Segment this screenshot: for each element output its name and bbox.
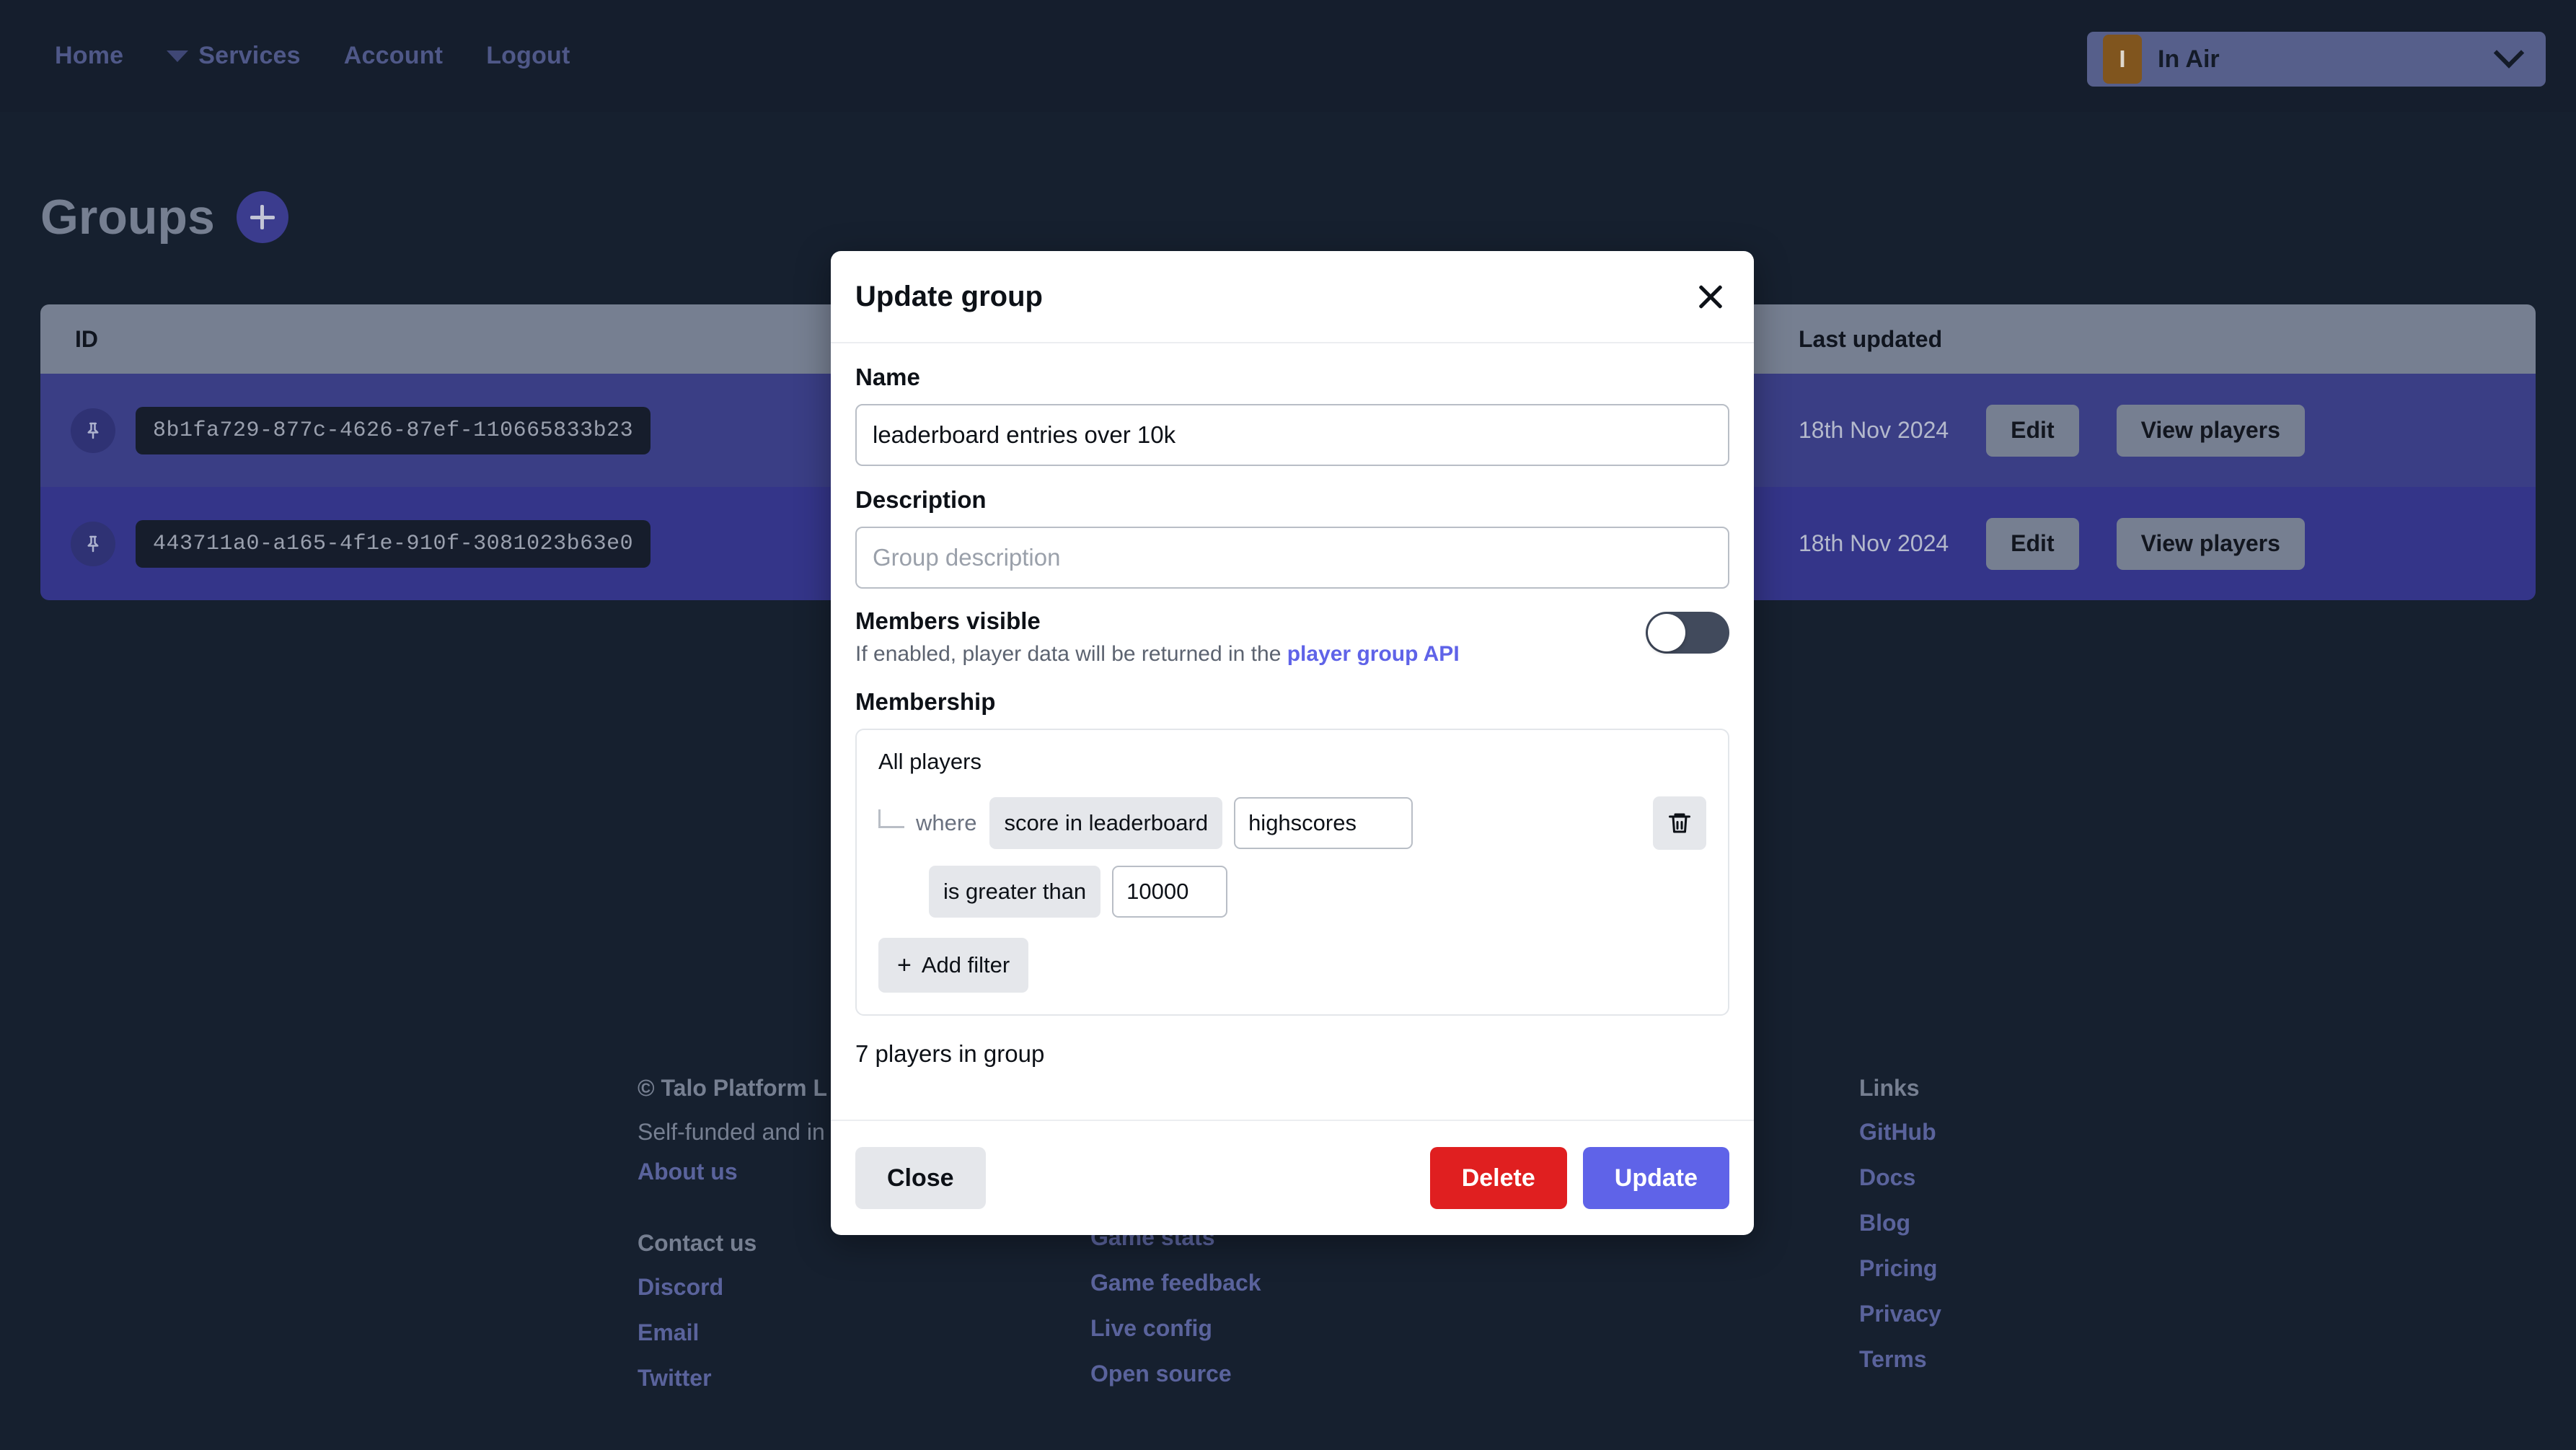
name-input[interactable] <box>855 404 1729 466</box>
group-id[interactable]: 443711a0-a165-4f1e-910f-3081023b63e0 <box>136 519 651 568</box>
pin-icon[interactable] <box>71 521 115 566</box>
filter-row-operator: is greater than <box>878 866 1706 918</box>
game-selector[interactable]: I In Air <box>2087 32 2546 87</box>
view-players-button[interactable]: View players <box>2116 517 2305 570</box>
page-title: Groups <box>40 190 215 245</box>
add-filter-button[interactable]: + Add filter <box>878 938 1029 993</box>
filter-connector-label: where <box>916 810 977 835</box>
members-visible-label: Members visible <box>855 607 1041 634</box>
nav-item-account[interactable]: Account <box>322 42 464 70</box>
members-visible-description-text: If enabled, player data will be returned… <box>855 642 1287 666</box>
last-updated-value: 18th Nov 2024 <box>1799 530 1949 556</box>
nav-item-services-label: Services <box>198 42 301 69</box>
footer-link-terms[interactable]: Terms <box>1859 1346 2220 1373</box>
edit-button[interactable]: Edit <box>1986 404 2079 457</box>
edit-button[interactable]: Edit <box>1986 517 2079 570</box>
top-navbar: Home Services Account Logout I In Air <box>0 0 2576 112</box>
pin-glyph <box>87 422 99 439</box>
cell-last-updated: 18th Nov 2024 Edit View players <box>1764 517 2536 570</box>
game-avatar: I <box>2103 35 2142 84</box>
trash-icon[interactable] <box>1653 796 1706 850</box>
player-count: 7 players in group <box>855 1040 1045 1067</box>
game-selector-label: In Air <box>2158 45 2220 73</box>
player-group-api-link[interactable]: player group API <box>1287 642 1460 666</box>
footer-link-privacy[interactable]: Privacy <box>1859 1301 2220 1327</box>
add-group-button[interactable] <box>236 191 288 243</box>
game-avatar-letter: I <box>2119 45 2126 72</box>
cell-last-updated: 18th Nov 2024 Edit View players <box>1764 404 2536 457</box>
view-players-button[interactable]: View players <box>2116 404 2305 457</box>
footer-link-twitter[interactable]: Twitter <box>638 1365 1070 1392</box>
members-visible-texts: Members visible If enabled, player data … <box>855 607 1646 667</box>
membership-filter-box: All players where score in leaderboard i… <box>855 729 1729 1016</box>
pin-icon[interactable] <box>71 408 115 453</box>
filter-field-value-input[interactable] <box>1234 797 1413 849</box>
footer-link-github[interactable]: GitHub <box>1859 1119 2220 1146</box>
footer-link-game-feedback[interactable]: Game feedback <box>1090 1270 1523 1296</box>
pin-glyph <box>87 535 99 552</box>
members-visible-description: If enabled, player data will be returned… <box>855 642 1646 667</box>
modal-title: Update group <box>855 280 1043 312</box>
nav-links: Home Services Account Logout <box>0 42 592 70</box>
filter-operator-select[interactable]: is greater than <box>929 866 1101 918</box>
footer-link-email[interactable]: Email <box>638 1319 1070 1346</box>
filter-field-select[interactable]: score in leaderboard <box>989 797 1223 849</box>
filter-root-label: All players <box>878 749 982 774</box>
modal-footer: Close Delete Update <box>831 1120 1754 1235</box>
close-icon[interactable] <box>1692 278 1729 315</box>
footer-column-links: Links GitHub Docs Blog Pricing Privacy T… <box>1859 1075 2220 1392</box>
last-updated-value: 18th Nov 2024 <box>1799 417 1949 443</box>
nav-item-logout-label: Logout <box>486 42 570 69</box>
footer-link-open-source[interactable]: Open source <box>1090 1361 1523 1387</box>
nav-item-account-label: Account <box>343 42 444 69</box>
nav-item-home-label: Home <box>55 42 124 69</box>
tree-elbow-icon <box>878 809 904 828</box>
footer-link-live-config[interactable]: Live config <box>1090 1315 1523 1342</box>
name-label: Name <box>855 364 920 390</box>
filter-operand-input[interactable] <box>1112 866 1228 918</box>
trash-glyph <box>1669 813 1690 833</box>
nav-item-logout[interactable]: Logout <box>464 42 591 70</box>
chevron-down-icon <box>2493 38 2525 69</box>
toggle-knob <box>1648 614 1685 651</box>
footer-link-docs[interactable]: Docs <box>1859 1164 2220 1191</box>
description-input[interactable] <box>855 527 1729 589</box>
footer-link-blog[interactable]: Blog <box>1859 1210 2220 1236</box>
column-header-last-updated: Last updated <box>1799 325 1943 352</box>
footer-link-pricing[interactable]: Pricing <box>1859 1255 2220 1282</box>
page-title-row: Groups <box>40 189 288 245</box>
update-button[interactable]: Update <box>1582 1147 1729 1209</box>
footer-links-heading: Links <box>1859 1075 1920 1101</box>
modal-body: Name Description Members visible If enab… <box>831 343 1754 1120</box>
close-button[interactable]: Close <box>855 1147 986 1209</box>
update-group-modal: Update group Name Description Members vi… <box>831 251 1754 1235</box>
members-visible-toggle[interactable] <box>1646 612 1729 654</box>
app-root: Home Services Account Logout I In Air Gr… <box>0 0 2576 1450</box>
filter-row: where score in leaderboard <box>878 796 1706 850</box>
group-id[interactable]: 8b1fa729-877c-4626-87ef-110665833b23 <box>136 406 651 454</box>
membership-label: Membership <box>855 688 996 715</box>
nav-item-home[interactable]: Home <box>33 42 145 70</box>
members-visible-row: Members visible If enabled, player data … <box>855 607 1729 667</box>
description-label: Description <box>855 486 987 513</box>
add-filter-label: Add filter <box>921 952 1010 977</box>
plus-icon: + <box>897 952 912 979</box>
chevron-down-icon <box>167 50 189 62</box>
modal-header: Update group <box>831 251 1754 343</box>
nav-item-services[interactable]: Services <box>145 42 322 70</box>
footer-link-discord[interactable]: Discord <box>638 1274 1070 1301</box>
delete-button[interactable]: Delete <box>1429 1147 1567 1209</box>
